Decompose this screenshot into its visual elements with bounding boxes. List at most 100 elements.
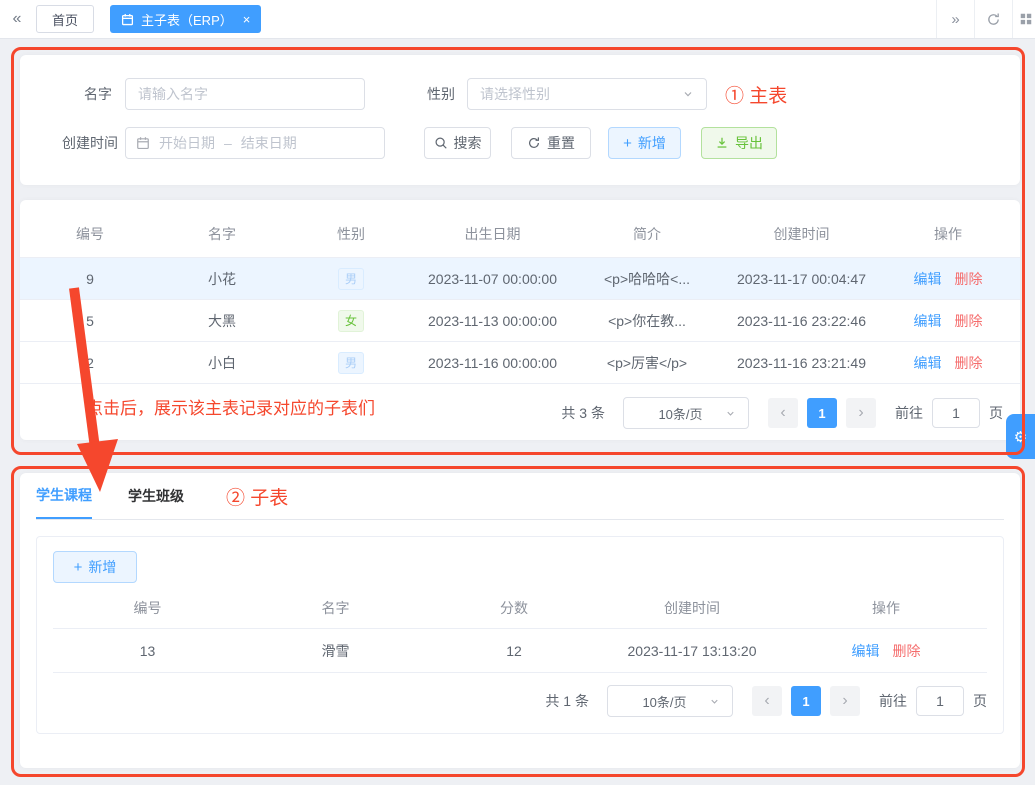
- table-row[interactable]: 2 小白 男 2023-11-16 00:00:00 <p>厉害</p> 202…: [20, 342, 1020, 384]
- page-size-select[interactable]: 10条/页: [607, 685, 733, 717]
- page-size-value: 10条/页: [658, 406, 703, 422]
- cell-id: 2: [86, 354, 94, 371]
- name-input[interactable]: [125, 78, 365, 110]
- filter-row-2: 创建时间 开始日期 – 结束日期 搜索 重置 + 新增 导出: [60, 127, 1008, 159]
- chevron-down-icon: [684, 92, 692, 97]
- edit-link[interactable]: 编辑: [914, 355, 942, 371]
- tabbar-actions: »: [936, 0, 1035, 38]
- date-end-placeholder: 结束日期: [240, 135, 297, 151]
- next-page-button[interactable]: ›: [846, 398, 876, 428]
- gender-select[interactable]: 请选择性别: [467, 78, 707, 110]
- goto-page-input[interactable]: [932, 398, 980, 428]
- collapse-tabs-button[interactable]: «: [0, 10, 34, 28]
- page-unit-label: 页: [989, 405, 1003, 421]
- cell-created: 2023-11-17 00:04:47: [737, 270, 866, 287]
- name-label: 名字: [84, 86, 112, 102]
- header-name: 名字: [208, 225, 236, 242]
- child-table-box: + 新增 编号 名字 分数 创建时间 操作 13 滑雪 12 2023-11-1…: [36, 536, 1004, 734]
- current-page-button[interactable]: 1: [807, 398, 837, 428]
- edit-link[interactable]: 编辑: [852, 643, 880, 659]
- delete-link[interactable]: 删除: [893, 643, 921, 659]
- close-icon[interactable]: ×: [243, 12, 251, 27]
- gender-tag-male: 男: [338, 267, 364, 290]
- prev-page-button[interactable]: ‹: [752, 686, 782, 716]
- tab-student-courses-label: 学生课程: [36, 487, 92, 503]
- chevron-left-icon: ‹: [780, 404, 786, 421]
- export-button[interactable]: 导出: [701, 127, 777, 159]
- chevron-double-right-icon: »: [951, 10, 960, 28]
- child-pagination: 共 1 条 10条/页 ‹ 1 › 前往 页: [53, 685, 987, 717]
- search-button[interactable]: 搜索: [424, 127, 491, 159]
- child-table-header: 编号 名字 分数 创建时间 操作: [53, 587, 987, 629]
- child-add-button-label: 新增: [88, 559, 117, 575]
- search-icon: [434, 137, 447, 149]
- child-add-button[interactable]: + 新增: [53, 551, 137, 583]
- tab-bar: « 首页 主子表（ERP） × »: [0, 0, 1035, 39]
- chevron-down-icon: [727, 411, 734, 416]
- cell-name: 大黑: [208, 312, 236, 329]
- layout-grid-button[interactable]: [1012, 0, 1035, 38]
- chevron-double-left-icon: «: [12, 10, 22, 27]
- settings-fab-button[interactable]: ⚙: [1006, 414, 1035, 459]
- goto-label: 前往: [879, 693, 907, 709]
- cell-name: 小花: [208, 270, 236, 287]
- add-button[interactable]: + 新增: [608, 127, 681, 159]
- delete-link[interactable]: 删除: [955, 313, 983, 329]
- gear-icon: ⚙: [1013, 427, 1028, 446]
- table-row[interactable]: 13 滑雪 12 2023-11-17 13:13:20 编辑 删除: [53, 629, 987, 673]
- header-score: 分数: [500, 599, 528, 616]
- header-actions: 操作: [934, 225, 962, 242]
- total-count: 共 3 条: [561, 405, 605, 421]
- tab-student-classes-label: 学生班级: [128, 488, 184, 504]
- main-table-header: 编号 名字 性别 出生日期 简介 创建时间 操作: [20, 210, 1020, 258]
- plus-icon: +: [623, 134, 632, 152]
- refresh-icon: [529, 137, 539, 148]
- chevron-right-icon: ›: [858, 404, 864, 421]
- cell-birthdate: 2023-11-16 00:00:00: [428, 354, 557, 371]
- current-page-button[interactable]: 1: [791, 686, 821, 716]
- cell-id: 13: [139, 642, 156, 659]
- tab-home-label: 首页: [52, 12, 79, 28]
- child-table-panel: 学生课程 学生班级 ② 子表 + 新增 编号 名字 分数 创建时间 操作 13 …: [20, 473, 1020, 768]
- tab-home[interactable]: 首页: [36, 5, 95, 33]
- tab-master-detail-active[interactable]: 主子表（ERP） ×: [110, 5, 262, 33]
- chevron-right-icon: ›: [842, 692, 848, 709]
- table-row[interactable]: 9 小花 男 2023-11-07 00:00:00 <p>哈哈哈<... 20…: [20, 258, 1020, 300]
- cell-intro: <p>哈哈哈<...: [604, 270, 690, 287]
- calendar-icon: [137, 137, 149, 150]
- date-start-placeholder: 开始日期: [159, 135, 215, 151]
- tab-student-classes[interactable]: 学生班级: [128, 473, 184, 519]
- gender-tag-male: 男: [338, 351, 364, 374]
- refresh-page-button[interactable]: [974, 0, 1012, 38]
- date-range-picker[interactable]: 开始日期 – 结束日期: [125, 127, 385, 159]
- gender-select-placeholder: 请选择性别: [480, 86, 550, 102]
- table-row[interactable]: 5 大黑 女 2023-11-13 00:00:00 <p>你在教... 202…: [20, 300, 1020, 342]
- header-intro: 简介: [633, 225, 661, 242]
- cell-name: 滑雪: [321, 642, 350, 659]
- delete-link[interactable]: 删除: [955, 271, 983, 287]
- prev-page-button[interactable]: ‹: [768, 398, 798, 428]
- goto-page-input[interactable]: [916, 686, 964, 716]
- reset-button[interactable]: 重置: [511, 127, 591, 159]
- page-size-select[interactable]: 10条/页: [623, 397, 749, 429]
- edit-link[interactable]: 编辑: [914, 271, 942, 287]
- cell-score: 12: [506, 642, 522, 659]
- header-name: 名字: [321, 599, 350, 616]
- annotation-main-table-label: ① 主表: [725, 85, 788, 107]
- delete-link[interactable]: 删除: [955, 355, 983, 371]
- next-page-button[interactable]: ›: [830, 686, 860, 716]
- header-gender: 性别: [337, 225, 365, 242]
- header-id: 编号: [76, 225, 104, 242]
- tab-student-courses[interactable]: 学生课程: [36, 473, 92, 519]
- header-created: 创建时间: [773, 225, 830, 242]
- cell-name: 小白: [208, 354, 236, 371]
- expand-tabs-button[interactable]: »: [936, 0, 974, 38]
- cell-created: 2023-11-16 23:21:49: [737, 354, 866, 371]
- child-tabs: 学生课程 学生班级 ② 子表: [36, 473, 1004, 520]
- page-unit-label: 页: [973, 693, 987, 709]
- cell-intro: <p>厉害</p>: [606, 354, 688, 371]
- cell-intro: <p>你在教...: [608, 312, 686, 329]
- gender-label: 性别: [427, 86, 455, 102]
- edit-link[interactable]: 编辑: [914, 313, 942, 329]
- filter-row-1: 名字 性别 请选择性别 ① 主表: [60, 78, 1008, 110]
